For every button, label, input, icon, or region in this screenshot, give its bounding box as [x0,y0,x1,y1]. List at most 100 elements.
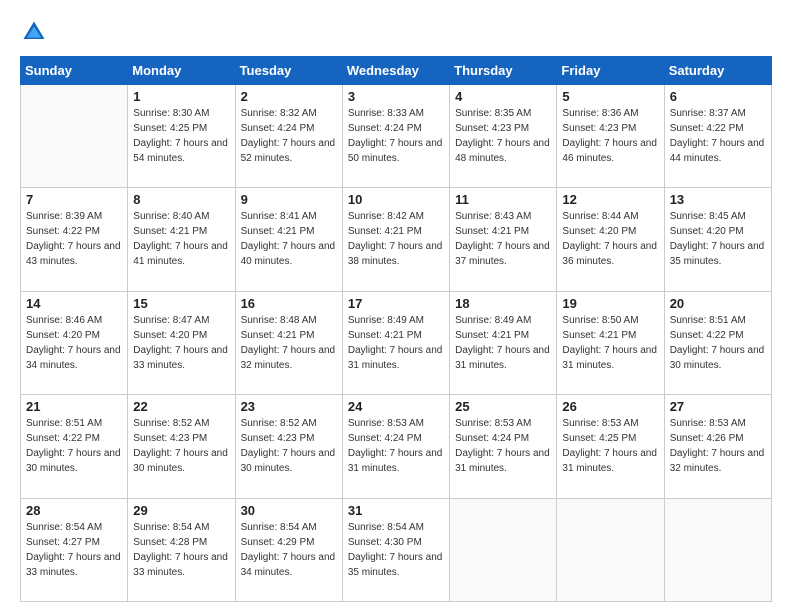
day-number: 31 [348,503,444,518]
day-info: Sunrise: 8:53 AMSunset: 4:26 PMDaylight:… [670,416,766,476]
day-cell: 10Sunrise: 8:42 AMSunset: 4:21 PMDayligh… [342,188,449,291]
weekday-header-saturday: Saturday [664,57,771,85]
day-info: Sunrise: 8:36 AMSunset: 4:23 PMDaylight:… [562,106,658,166]
day-number: 2 [241,89,337,104]
logo [20,18,52,46]
day-number: 8 [133,192,229,207]
week-row-1: 1 Sunrise: 8:30 AMSunset: 4:25 PMDaylight… [21,85,772,188]
day-number: 24 [348,399,444,414]
calendar-table: SundayMondayTuesdayWednesdayThursdayFrid… [20,56,772,602]
day-cell: 17 Sunrise: 8:49 AMSunset: 4:21 PMDayligh… [342,291,449,394]
day-number: 25 [455,399,551,414]
day-number: 7 [26,192,122,207]
day-info: Sunrise: 8:48 AMSunset: 4:21 PMDaylight:… [241,313,337,373]
day-cell: 12 Sunrise: 8:44 AMSunset: 4:20 PMDayligh… [557,188,664,291]
weekday-header-thursday: Thursday [450,57,557,85]
day-cell: 23 Sunrise: 8:52 AMSunset: 4:23 PMDayligh… [235,395,342,498]
day-info: Sunrise: 8:47 AMSunset: 4:20 PMDaylight:… [133,313,229,373]
day-number: 29 [133,503,229,518]
header [20,18,772,46]
day-number: 14 [26,296,122,311]
day-info: Sunrise: 8:53 AMSunset: 4:25 PMDaylight:… [562,416,658,476]
day-cell: 6 Sunrise: 8:37 AMSunset: 4:22 PMDaylight… [664,85,771,188]
day-number: 20 [670,296,766,311]
day-info: Sunrise: 8:33 AMSunset: 4:24 PMDaylight:… [348,106,444,166]
day-info: Sunrise: 8:53 AMSunset: 4:24 PMDaylight:… [455,416,551,476]
day-number: 5 [562,89,658,104]
day-cell: 7 Sunrise: 8:39 AMSunset: 4:22 PMDaylight… [21,188,128,291]
day-cell: 28Sunrise: 8:54 AMSunset: 4:27 PMDayligh… [21,498,128,601]
day-number: 1 [133,89,229,104]
day-cell: 25 Sunrise: 8:53 AMSunset: 4:24 PMDayligh… [450,395,557,498]
weekday-header-monday: Monday [128,57,235,85]
weekday-header-tuesday: Tuesday [235,57,342,85]
day-info: Sunrise: 8:49 AMSunset: 4:21 PMDaylight:… [455,313,551,373]
day-number: 30 [241,503,337,518]
day-cell: 24 Sunrise: 8:53 AMSunset: 4:24 PMDayligh… [342,395,449,498]
calendar-header: SundayMondayTuesdayWednesdayThursdayFrid… [21,57,772,85]
day-cell: 11 Sunrise: 8:43 AMSunset: 4:21 PMDayligh… [450,188,557,291]
day-info: Sunrise: 8:44 AMSunset: 4:20 PMDaylight:… [562,209,658,269]
day-cell [664,498,771,601]
weekday-header-wednesday: Wednesday [342,57,449,85]
day-info: Sunrise: 8:54 AMSunset: 4:28 PMDaylight:… [133,520,229,580]
day-info: Sunrise: 8:54 AMSunset: 4:29 PMDaylight:… [241,520,337,580]
day-cell: 18 Sunrise: 8:49 AMSunset: 4:21 PMDayligh… [450,291,557,394]
day-number: 13 [670,192,766,207]
day-info: Sunrise: 8:51 AMSunset: 4:22 PMDaylight:… [26,416,122,476]
day-cell: 16 Sunrise: 8:48 AMSunset: 4:21 PMDayligh… [235,291,342,394]
day-cell: 13Sunrise: 8:45 AMSunset: 4:20 PMDayligh… [664,188,771,291]
day-cell: 22 Sunrise: 8:52 AMSunset: 4:23 PMDayligh… [128,395,235,498]
day-info: Sunrise: 8:49 AMSunset: 4:21 PMDaylight:… [348,313,444,373]
day-number: 22 [133,399,229,414]
day-cell: 21Sunrise: 8:51 AMSunset: 4:22 PMDayligh… [21,395,128,498]
day-info: Sunrise: 8:54 AMSunset: 4:30 PMDaylight:… [348,520,444,580]
day-cell: 26 Sunrise: 8:53 AMSunset: 4:25 PMDayligh… [557,395,664,498]
weekday-row: SundayMondayTuesdayWednesdayThursdayFrid… [21,57,772,85]
day-info: Sunrise: 8:39 AMSunset: 4:22 PMDaylight:… [26,209,122,269]
day-info: Sunrise: 8:52 AMSunset: 4:23 PMDaylight:… [133,416,229,476]
day-info: Sunrise: 8:50 AMSunset: 4:21 PMDaylight:… [562,313,658,373]
day-number: 6 [670,89,766,104]
day-cell: 8 Sunrise: 8:40 AMSunset: 4:21 PMDaylight… [128,188,235,291]
day-info: Sunrise: 8:43 AMSunset: 4:21 PMDaylight:… [455,209,551,269]
day-number: 23 [241,399,337,414]
day-number: 4 [455,89,551,104]
day-info: Sunrise: 8:30 AMSunset: 4:25 PMDaylight:… [133,106,229,166]
day-cell: 5 Sunrise: 8:36 AMSunset: 4:23 PMDaylight… [557,85,664,188]
day-cell: 9Sunrise: 8:41 AMSunset: 4:21 PMDaylight… [235,188,342,291]
day-number: 9 [241,192,337,207]
week-row-4: 21Sunrise: 8:51 AMSunset: 4:22 PMDayligh… [21,395,772,498]
day-info: Sunrise: 8:35 AMSunset: 4:23 PMDaylight:… [455,106,551,166]
day-info: Sunrise: 8:52 AMSunset: 4:23 PMDaylight:… [241,416,337,476]
day-cell: 30 Sunrise: 8:54 AMSunset: 4:29 PMDayligh… [235,498,342,601]
day-cell: 4 Sunrise: 8:35 AMSunset: 4:23 PMDaylight… [450,85,557,188]
day-number: 12 [562,192,658,207]
day-cell: 19 Sunrise: 8:50 AMSunset: 4:21 PMDayligh… [557,291,664,394]
day-info: Sunrise: 8:53 AMSunset: 4:24 PMDaylight:… [348,416,444,476]
day-number: 17 [348,296,444,311]
day-info: Sunrise: 8:51 AMSunset: 4:22 PMDaylight:… [670,313,766,373]
week-row-2: 7 Sunrise: 8:39 AMSunset: 4:22 PMDaylight… [21,188,772,291]
day-cell: 1 Sunrise: 8:30 AMSunset: 4:25 PMDaylight… [128,85,235,188]
weekday-header-sunday: Sunday [21,57,128,85]
day-info: Sunrise: 8:40 AMSunset: 4:21 PMDaylight:… [133,209,229,269]
day-number: 26 [562,399,658,414]
day-number: 3 [348,89,444,104]
day-number: 28 [26,503,122,518]
page: SundayMondayTuesdayWednesdayThursdayFrid… [0,0,792,612]
day-number: 18 [455,296,551,311]
day-cell: 15Sunrise: 8:47 AMSunset: 4:20 PMDayligh… [128,291,235,394]
day-cell: 31 Sunrise: 8:54 AMSunset: 4:30 PMDayligh… [342,498,449,601]
weekday-header-friday: Friday [557,57,664,85]
day-cell: 3 Sunrise: 8:33 AMSunset: 4:24 PMDaylight… [342,85,449,188]
day-cell: 20 Sunrise: 8:51 AMSunset: 4:22 PMDayligh… [664,291,771,394]
day-info: Sunrise: 8:37 AMSunset: 4:22 PMDaylight:… [670,106,766,166]
day-info: Sunrise: 8:32 AMSunset: 4:24 PMDaylight:… [241,106,337,166]
day-cell [557,498,664,601]
day-number: 16 [241,296,337,311]
day-number: 10 [348,192,444,207]
week-row-5: 28Sunrise: 8:54 AMSunset: 4:27 PMDayligh… [21,498,772,601]
day-number: 19 [562,296,658,311]
day-number: 11 [455,192,551,207]
